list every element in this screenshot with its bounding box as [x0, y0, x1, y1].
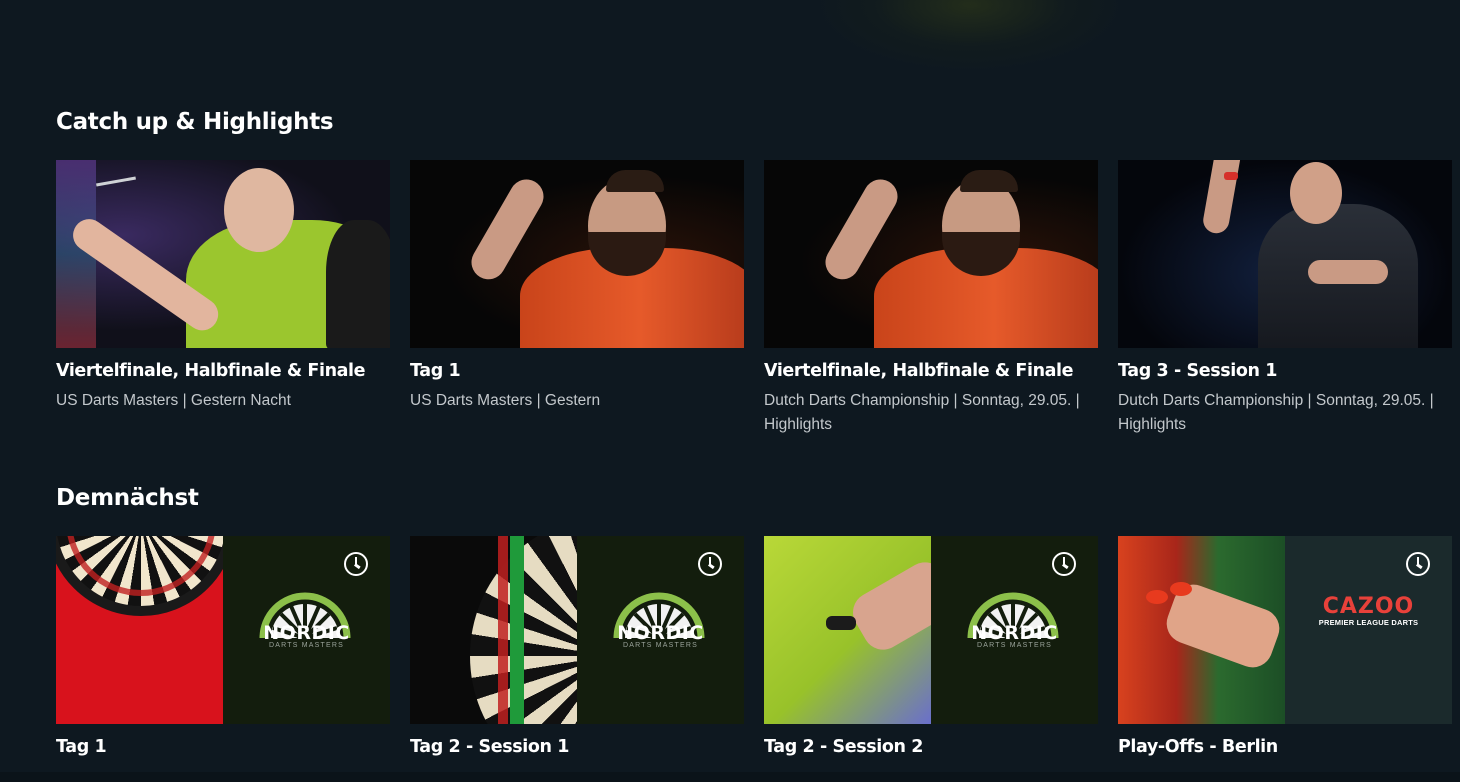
event-card[interactable]: NORDIC DARTS MASTERS Tag 1: [56, 536, 390, 757]
video-title: Tag 1: [410, 361, 461, 381]
event-title: Play-Offs - Berlin: [1118, 737, 1278, 757]
player-image: [1118, 536, 1285, 724]
event-thumbnail[interactable]: NORDIC DARTS MASTERS: [56, 536, 390, 724]
event-thumbnail[interactable]: NORDIC DARTS MASTERS: [764, 536, 1098, 724]
nordic-logo-panel: NORDIC DARTS MASTERS: [931, 536, 1098, 724]
hero-banner-fragment: [820, 0, 1120, 70]
event-card[interactable]: NORDIC DARTS MASTERS Tag 2 - Session 1: [410, 536, 744, 757]
taskbar-fragment: [0, 772, 1460, 782]
cazoo-logo-panel: CAZOO PREMIER LEAGUE DARTS: [1285, 536, 1452, 724]
section-title-catchup: Catch up & Highlights: [56, 109, 334, 135]
event-thumbnail[interactable]: CAZOO PREMIER LEAGUE DARTS: [1118, 536, 1452, 724]
video-thumbnail[interactable]: [410, 160, 744, 348]
logo-text: NORDIC: [971, 622, 1058, 644]
event-title: Tag 2 - Session 1: [410, 737, 569, 757]
catchup-row: Viertelfinale, Halbfinale & Finale US Da…: [56, 160, 1452, 437]
video-title: Tag 3 - Session 1: [1118, 361, 1277, 381]
dartboard-image: [410, 536, 577, 724]
event-card[interactable]: NORDIC DARTS MASTERS Tag 2 - Session 2: [764, 536, 1098, 757]
logo-subtext: DARTS MASTERS: [977, 642, 1052, 649]
event-thumbnail[interactable]: NORDIC DARTS MASTERS: [410, 536, 744, 724]
logo-text: NORDIC: [617, 622, 704, 644]
clock-icon: [344, 552, 368, 576]
nordic-logo-panel: NORDIC DARTS MASTERS: [577, 536, 744, 724]
video-card[interactable]: Tag 3 - Session 1 Dutch Darts Championsh…: [1118, 160, 1452, 437]
upcoming-row: NORDIC DARTS MASTERS Tag 1 NORDIC DARTS …: [56, 536, 1452, 757]
video-meta: US Darts Masters | Gestern: [410, 392, 601, 409]
dartboard-image: [56, 536, 223, 724]
clock-icon: [1406, 552, 1430, 576]
video-thumbnail[interactable]: [764, 160, 1098, 348]
event-title: Tag 2 - Session 2: [764, 737, 923, 757]
video-meta: Dutch Darts Championship | Sonntag, 29.0…: [1118, 392, 1434, 433]
video-thumbnail[interactable]: [1118, 160, 1452, 348]
video-meta: Dutch Darts Championship | Sonntag, 29.0…: [764, 392, 1080, 433]
event-card[interactable]: CAZOO PREMIER LEAGUE DARTS Play-Offs - B…: [1118, 536, 1452, 757]
video-card[interactable]: Tag 1 US Darts Masters | Gestern: [410, 160, 744, 437]
video-meta: US Darts Masters | Gestern Nacht: [56, 392, 291, 409]
video-card[interactable]: Viertelfinale, Halbfinale & Finale Dutch…: [764, 160, 1098, 437]
logo-subtext: DARTS MASTERS: [623, 642, 698, 649]
player-image: [764, 536, 931, 724]
logo-text: NORDIC: [263, 622, 350, 644]
logo-text: CAZOO: [1322, 594, 1415, 619]
clock-icon: [698, 552, 722, 576]
nordic-logo-panel: NORDIC DARTS MASTERS: [223, 536, 390, 724]
video-thumbnail[interactable]: [56, 160, 390, 348]
video-title: Viertelfinale, Halbfinale & Finale: [764, 361, 1074, 381]
logo-subtext: DARTS MASTERS: [269, 642, 344, 649]
video-title: Viertelfinale, Halbfinale & Finale: [56, 361, 366, 381]
clock-icon: [1052, 552, 1076, 576]
logo-subtext: PREMIER LEAGUE DARTS: [1318, 618, 1419, 627]
section-title-upcoming: Demnächst: [56, 485, 199, 511]
event-title: Tag 1: [56, 737, 107, 757]
video-card[interactable]: Viertelfinale, Halbfinale & Finale US Da…: [56, 160, 390, 437]
